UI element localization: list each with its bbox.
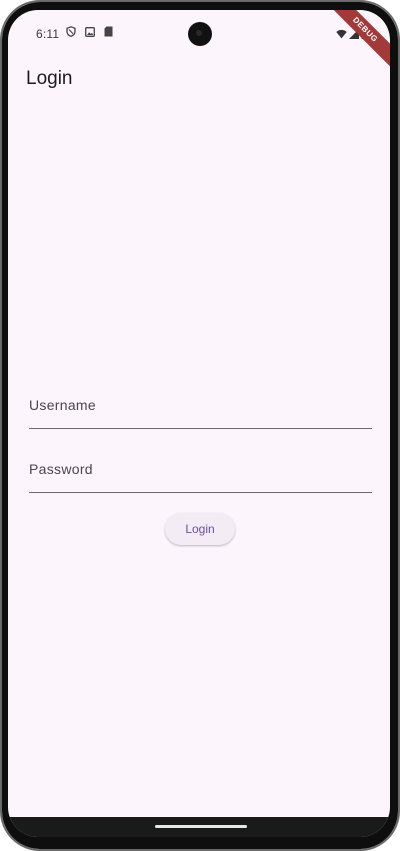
status-time: 6:11 xyxy=(36,27,60,41)
username-underline xyxy=(29,428,372,429)
wifi-icon xyxy=(336,26,347,44)
navigation-bar xyxy=(8,817,390,837)
shield-icon xyxy=(66,26,76,37)
page-title: Login xyxy=(26,68,73,89)
app-screen: 6:11 DEBUG Login Username Password Login xyxy=(8,10,390,837)
home-indicator[interactable] xyxy=(155,825,247,828)
username-input[interactable] xyxy=(29,397,372,431)
status-bar: 6:11 DEBUG xyxy=(8,10,390,75)
photo-icon xyxy=(85,26,95,37)
status-icons-left xyxy=(66,26,113,37)
sd-card-icon xyxy=(104,26,113,37)
password-underline xyxy=(29,492,372,493)
device-mockup: 6:11 DEBUG Login Username Password Login xyxy=(0,0,400,851)
front-camera xyxy=(188,22,212,46)
login-button[interactable]: Login xyxy=(165,513,235,545)
password-input[interactable] xyxy=(29,461,372,495)
